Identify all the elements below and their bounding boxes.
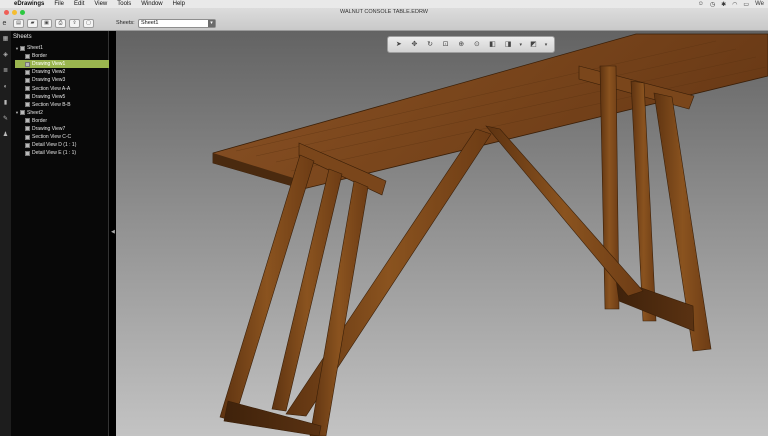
markup-button[interactable]: ▢ (83, 19, 94, 28)
view-icon (25, 94, 30, 100)
markup-pen-icon[interactable]: ✎ (0, 111, 11, 127)
user-icon[interactable]: ☺ (698, 1, 704, 8)
input-locale[interactable]: We (755, 1, 764, 8)
zoom-area-icon[interactable]: ⊡ (440, 39, 452, 51)
view-icon (25, 134, 30, 140)
view-icon (25, 102, 30, 108)
tree-item-drawing-view7[interactable]: Drawing View7 (15, 125, 109, 133)
view-icon (25, 77, 30, 83)
panel-toggle-button[interactable]: ▤ (13, 19, 24, 28)
tree-item-detail-view-e[interactable]: Detail View E (1 : 1) (15, 149, 109, 157)
wifi-icon[interactable]: ◠ (732, 1, 737, 8)
stamp-icon[interactable]: ♟ (0, 127, 11, 143)
toolbar-buttons: ▤ ▰ ▣ ⎙ ⇪ ▢ (13, 19, 94, 28)
battery-icon[interactable]: ▭ (743, 1, 749, 8)
sheets-tree: ▼ Sheet1 Border Drawing View1 Drawing Vie… (15, 44, 109, 157)
tree-item-detail-view-d[interactable]: Detail View D (1 : 1) (15, 141, 109, 149)
window-title: WALNUT CONSOLE TABLE.EDRW (339, 9, 429, 15)
tree-item-label: Sheet1 (27, 45, 43, 52)
open-folder-button[interactable]: ▰ (27, 19, 38, 28)
chevron-down-icon: ▾ (208, 20, 215, 27)
menu-help[interactable]: Help (173, 1, 185, 7)
tree-item-border[interactable]: Border (15, 117, 109, 125)
view-icon (25, 118, 30, 124)
tree-item-label: Detail View D (1 : 1) (32, 142, 77, 149)
table-model-render[interactable] (116, 31, 768, 436)
window-titlebar: WALNUT CONSOLE TABLE.EDRW e ▤ ▰ ▣ ⎙ ⇪ ▢ … (0, 8, 768, 31)
tree-item-section-view-a[interactable]: Section View A-A (15, 84, 109, 92)
sheet-icon (20, 45, 25, 51)
sheets-tree-icon[interactable]: ▦ (0, 31, 11, 47)
menu-view[interactable]: View (94, 1, 107, 7)
tree-item-label: Drawing View5 (32, 93, 66, 100)
menu-edit[interactable]: Edit (74, 1, 84, 7)
mac-menubar: eDrawings File Edit View Tools Window He… (0, 0, 768, 8)
tree-item-label: Border (32, 117, 48, 124)
view-icon (25, 142, 30, 148)
tree-item-label: Drawing View7 (32, 125, 66, 132)
chevron-down-icon[interactable]: ▾ (518, 39, 524, 51)
view-orientation-icon[interactable]: ◨ (502, 39, 514, 51)
menu-window[interactable]: Window (141, 1, 162, 7)
menu-tools[interactable]: Tools (117, 1, 131, 7)
display-style-icon[interactable]: ◩ (527, 39, 539, 51)
tree-item-label: Sheet2 (27, 109, 43, 116)
tree-item-border[interactable]: Border (15, 52, 109, 60)
sheet-select[interactable]: Sheet1 ▾ (138, 19, 216, 28)
zoom-fit-icon[interactable]: ⊙ (471, 39, 483, 51)
view-icon (25, 61, 30, 67)
components-icon[interactable]: ◈ (0, 47, 11, 63)
layers-icon[interactable]: ≣ (0, 63, 11, 79)
sheets-label: Sheets: (116, 20, 135, 26)
select-arrow-icon[interactable]: ➤ (393, 39, 405, 51)
view-icon (25, 150, 30, 156)
tree-item-section-view-b[interactable]: Section View B-B (15, 101, 109, 109)
tree-item-drawing-view5[interactable]: Drawing View5 (15, 93, 109, 101)
sheet-select-value: Sheet1 (141, 20, 159, 26)
tree-item-label: Border (32, 53, 48, 60)
tree-item-label: Section View C-C (32, 134, 72, 141)
previous-view-icon[interactable]: ◧ (487, 39, 499, 51)
edrawings-logo-icon: e (2, 20, 7, 27)
tree-item-label: Drawing View1 (32, 61, 66, 68)
tree-item-sheet1[interactable]: ▼ Sheet1 (15, 44, 109, 52)
sheets-panel: Sheets ▼ Sheet1 Border Drawing View1 Draw… (11, 31, 109, 436)
app-menu[interactable]: eDrawings (14, 1, 44, 7)
model-viewport[interactable]: ➤ ✥ ↻ ⊡ ⊕ ⊙ ◧ ◨ ▾ ◩ ▾ (116, 31, 768, 436)
sheet-icon (20, 110, 25, 116)
tree-item-label: Drawing View3 (32, 77, 66, 84)
collapse-arrow-icon[interactable]: ◀ (111, 229, 115, 235)
tree-item-label: Section View A-A (32, 85, 71, 92)
view-icon (25, 53, 30, 59)
tree-item-label: Detail View E (1 : 1) (32, 150, 77, 157)
menu-file[interactable]: File (54, 1, 64, 7)
share-button[interactable]: ⇪ (69, 19, 80, 28)
timemachine-icon[interactable]: ◷ (710, 1, 715, 8)
tree-item-drawing-view2[interactable]: Drawing View2 (15, 68, 109, 76)
tree-item-sheet2[interactable]: ▼ Sheet2 (15, 109, 109, 117)
tree-item-drawing-view1[interactable]: Drawing View1 (15, 60, 109, 69)
view-icon (25, 126, 30, 132)
view-icon (25, 86, 30, 92)
view-toolbar: ➤ ✥ ↻ ⊡ ⊕ ⊙ ◧ ◨ ▾ ◩ ▾ (387, 36, 555, 53)
tree-item-section-view-c[interactable]: Section View C-C (15, 133, 109, 141)
measure-icon[interactable]: ▮ (0, 95, 11, 111)
tree-item-drawing-view3[interactable]: Drawing View3 (15, 76, 109, 84)
save-button[interactable]: ▣ (41, 19, 52, 28)
tree-item-label: Section View B-B (32, 101, 71, 108)
pan-icon[interactable]: ✥ (408, 39, 420, 51)
bluetooth-icon[interactable]: ✱ (721, 1, 726, 8)
tree-item-label: Drawing View2 (32, 69, 66, 76)
configurations-icon[interactable]: ◐ (0, 79, 11, 95)
view-icon (25, 69, 30, 75)
panel-splitter[interactable]: ◀ (109, 31, 116, 436)
panel-title: Sheets (13, 34, 32, 40)
zoom-icon[interactable]: ⊕ (455, 39, 467, 51)
print-button[interactable]: ⎙ (55, 19, 66, 28)
status-icons: ☺ ◷ ✱ ◠ ▭ We (698, 1, 768, 8)
tool-strip: ▦ ◈ ≣ ◐ ▮ ✎ ♟ (0, 31, 11, 436)
rotate-icon[interactable]: ↻ (424, 39, 436, 51)
chevron-down-icon[interactable]: ▾ (543, 39, 549, 51)
